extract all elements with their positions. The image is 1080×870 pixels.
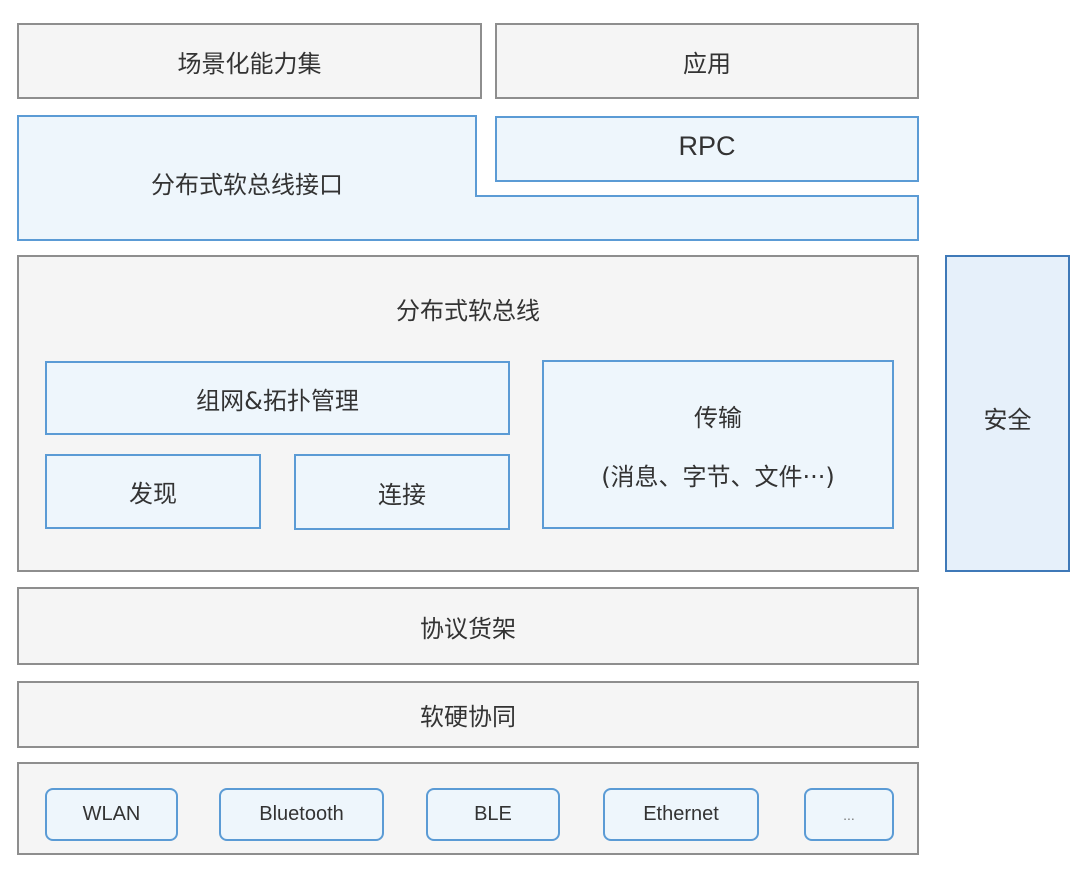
transmission-box: 传输 (消息、字节、文件···) [542,360,894,529]
protocol-shelf-box: 协议货架 [17,587,919,665]
transport-ble: BLE [426,788,560,841]
networking-topology-label: 组网&拓扑管理 [196,386,359,415]
transport-ble-label: BLE [474,803,512,825]
connection-box: 连接 [294,454,510,530]
hw-sw-collab-box: 软硬协同 [17,681,919,748]
softbus-title: 分布式软总线 [396,297,540,325]
connection-label: 连接 [378,480,426,509]
rpc-label: RPC [678,130,736,161]
softbus-interface-label: 分布式软总线接口 [151,170,343,199]
transport-ethernet: Ethernet [603,788,759,841]
transport-more-label: ... [843,806,855,823]
networking-topology-box: 组网&拓扑管理 [45,361,510,435]
security-label: 安全 [983,406,1032,434]
hw-sw-collab-label: 软硬协同 [420,703,516,731]
softbus-interface-box: 分布式软总线接口 [18,116,476,240]
transport-bluetooth-label: Bluetooth [259,803,344,825]
transport-bluetooth: Bluetooth [219,788,384,841]
transport-wlan: WLAN [45,788,178,841]
transport-more: ... [804,788,894,841]
protocol-shelf-label: 协议货架 [420,614,516,643]
rpc-box: RPC [495,116,919,182]
discovery-box: 发现 [45,454,261,529]
transmission-label: 传输 [694,403,742,432]
transmission-detail: (消息、字节、文件···) [601,462,835,491]
transport-ethernet-label: Ethernet [643,803,719,825]
discovery-label: 发现 [129,480,177,508]
transport-wlan-label: WLAN [82,803,141,825]
security-box: 安全 [945,255,1070,572]
